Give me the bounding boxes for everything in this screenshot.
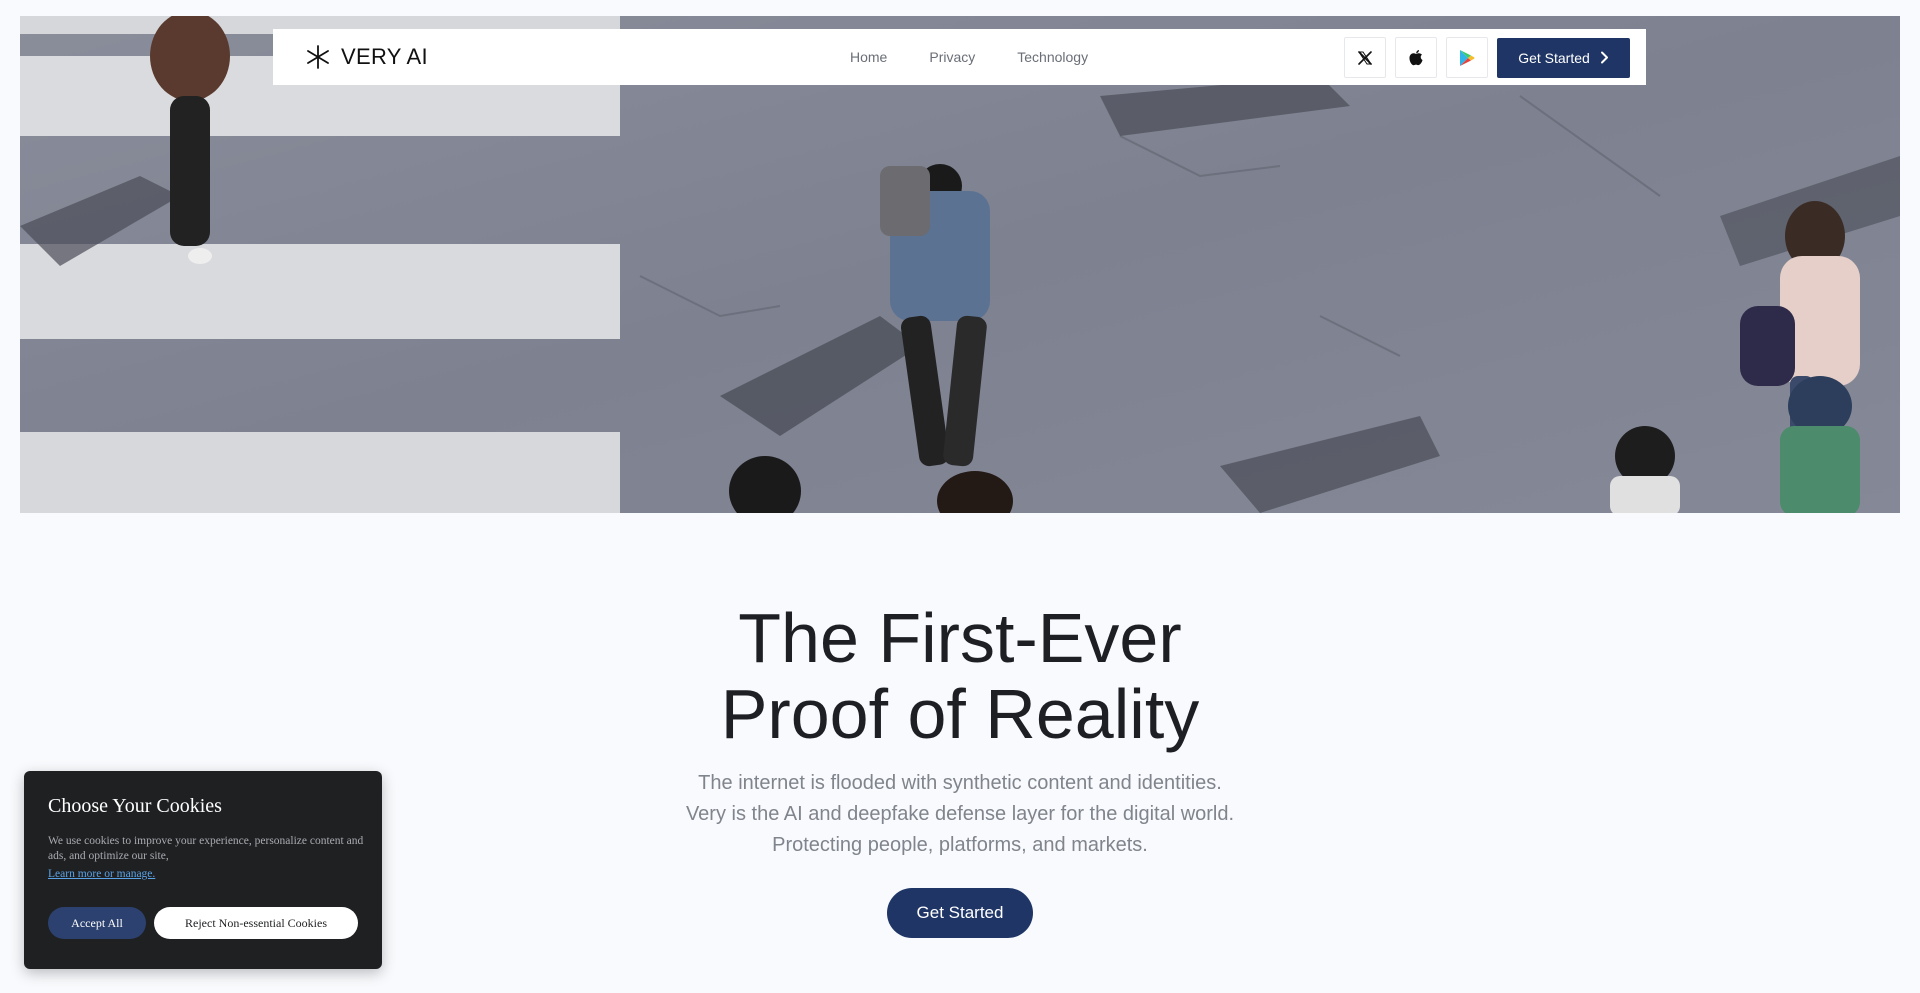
- brand-logo[interactable]: VERY AI: [305, 29, 428, 85]
- x-twitter-icon: [1358, 50, 1372, 65]
- hero-headline-line-1: The First-Ever: [738, 599, 1182, 677]
- app-store-button[interactable]: [1395, 37, 1437, 78]
- apple-icon: [1409, 49, 1423, 65]
- pedestrian-5: [1610, 426, 1680, 513]
- google-play-button[interactable]: [1446, 37, 1488, 78]
- nav-get-started-button[interactable]: Get Started: [1497, 37, 1630, 78]
- nav-links: Home Privacy Technology: [850, 29, 1088, 85]
- hero-headline-line-2: Proof of Reality: [720, 675, 1200, 753]
- top-navbar: VERY AI Home Privacy Technology Get Star…: [273, 29, 1646, 85]
- cookie-reject-button[interactable]: Reject Non-essential Cookies: [154, 907, 358, 939]
- cookie-body-text: We use cookies to improve your experienc…: [48, 835, 364, 862]
- hero-image: [20, 16, 1900, 513]
- nav-link-technology[interactable]: Technology: [1017, 49, 1088, 65]
- nav-link-privacy[interactable]: Privacy: [929, 49, 975, 65]
- pedestrian-4: [1780, 376, 1860, 513]
- chevron-right-icon: [1600, 51, 1608, 64]
- cookie-learn-more-link[interactable]: Learn more or manage.: [48, 868, 155, 880]
- street-photo-illustration: [20, 16, 1900, 513]
- brand-name: VERY AI: [341, 44, 428, 69]
- nav-get-started-label: Get Started: [1518, 49, 1590, 66]
- cookie-consent-panel: Choose Your Cookies We use cookies to im…: [24, 771, 382, 969]
- cookie-title: Choose Your Cookies: [48, 795, 222, 817]
- hero-headline: The First-Ever Proof of Reality: [0, 600, 1920, 752]
- google-play-icon: [1460, 49, 1475, 66]
- asterisk-logo-icon: [307, 45, 329, 69]
- nav-link-home[interactable]: Home: [850, 49, 887, 65]
- hero-get-started-button[interactable]: Get Started: [887, 888, 1033, 938]
- x-twitter-button[interactable]: [1344, 37, 1386, 78]
- cookie-accept-all-button[interactable]: Accept All: [48, 907, 146, 939]
- nav-actions: Get Started: [1344, 37, 1630, 78]
